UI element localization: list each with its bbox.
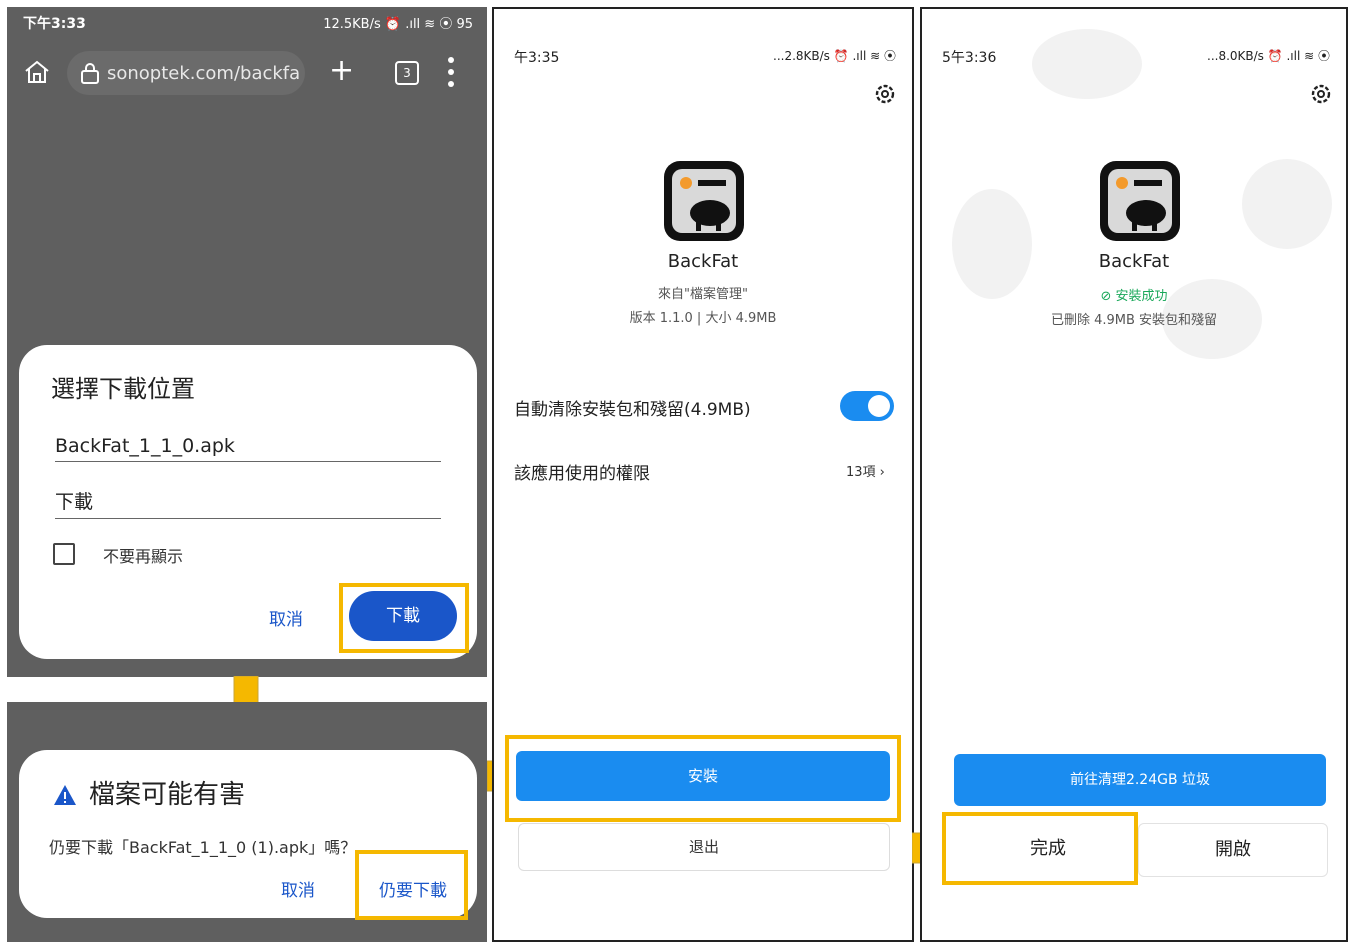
status-indicators: 12.5KB/s ⏰ .ıll ≋ ⦿ 95 (323, 17, 473, 32)
gear-icon[interactable] (874, 83, 896, 105)
clean-junk-button[interactable]: 前往清理2.24GB 垃圾 (954, 754, 1326, 806)
exit-button[interactable]: 退出 (518, 823, 890, 871)
cancel-button[interactable]: 取消 (269, 605, 303, 630)
status-indicators: ...2.8KB/s ⏰ .ıll ≋ ⦿ (773, 49, 896, 63)
background-blob (952, 189, 1032, 299)
auto-clean-toggle[interactable] (840, 391, 894, 421)
folder-field[interactable]: 下載 (55, 487, 441, 519)
home-icon[interactable] (23, 59, 51, 85)
app-name: BackFat (1098, 251, 1170, 272)
status-bar: 下午3:33 12.5KB/s ⏰ .ıll ≋ ⦿ 95 (7, 7, 487, 37)
dont-show-checkbox[interactable] (53, 543, 75, 565)
background-blob (1032, 29, 1142, 99)
highlight-install (505, 735, 901, 822)
install-success-panel: 5午3:36 ...8.0KB/s ⏰ .ıll ≋ ⦿ BackFat ⊘ 安… (920, 7, 1348, 942)
toggle-knob (868, 395, 890, 417)
cancel-button[interactable]: 取消 (281, 876, 315, 901)
url-text: sonoptek.com/backfa (107, 63, 301, 84)
gear-icon[interactable] (1310, 83, 1332, 105)
check-circle-icon: ⊘ (1100, 289, 1116, 304)
browser-panel: 下午3:33 12.5KB/s ⏰ .ıll ≋ ⦿ 95 sonoptek.c… (7, 7, 487, 677)
dialog-title: 檔案可能有害 (89, 780, 246, 810)
highlight-download-anyway (355, 850, 468, 920)
permissions-count[interactable]: 13項 › (846, 461, 885, 480)
status-indicators: ...8.0KB/s ⏰ .ıll ≋ ⦿ (1207, 49, 1330, 63)
more-menu-icon[interactable] (447, 55, 455, 89)
success-row: ⊘ 安裝成功 (922, 285, 1346, 304)
tab-switcher-icon[interactable]: 3 (395, 61, 419, 85)
warning-icon (54, 785, 76, 805)
backfat-app-icon (664, 161, 744, 241)
address-bar[interactable]: sonoptek.com/backfa (67, 51, 305, 95)
dont-show-label: 不要再顯示 (103, 547, 184, 566)
removed-text: 已刪除 4.9MB 安裝包和殘留 (1050, 313, 1218, 328)
filename-field[interactable]: BackFat_1_1_0.apk (55, 435, 441, 462)
auto-clean-label: 自動清除安裝包和殘留(4.9MB) (514, 400, 751, 420)
background-blob (1242, 159, 1332, 249)
status-time: 午3:35 (514, 50, 560, 66)
dialog-question: 仍要下載「BackFat_1_1_0 (1).apk」嗎？ (49, 838, 357, 857)
lock-icon (81, 63, 99, 84)
backfat-app-icon (1100, 161, 1180, 241)
permissions-label[interactable]: 該應用使用的權限 (514, 459, 650, 484)
highlight-done (942, 812, 1138, 885)
status-time: 5午3:36 (942, 50, 997, 66)
app-source: 來自"檔案管理" (658, 287, 748, 302)
app-version: 版本 1.1.0 | 大小 4.9MB (629, 311, 777, 326)
dialog-title: 選擇下載位置 (51, 375, 195, 403)
new-tab-icon[interactable]: + (329, 53, 354, 89)
success-text: 安裝成功 (1115, 289, 1168, 304)
browser-toolbar: sonoptek.com/backfa + 3 (7, 41, 487, 99)
status-time: 下午3:33 (23, 16, 86, 32)
highlight-download (339, 583, 469, 653)
app-name: BackFat (667, 251, 739, 272)
open-button[interactable]: 開啟 (1138, 823, 1328, 877)
